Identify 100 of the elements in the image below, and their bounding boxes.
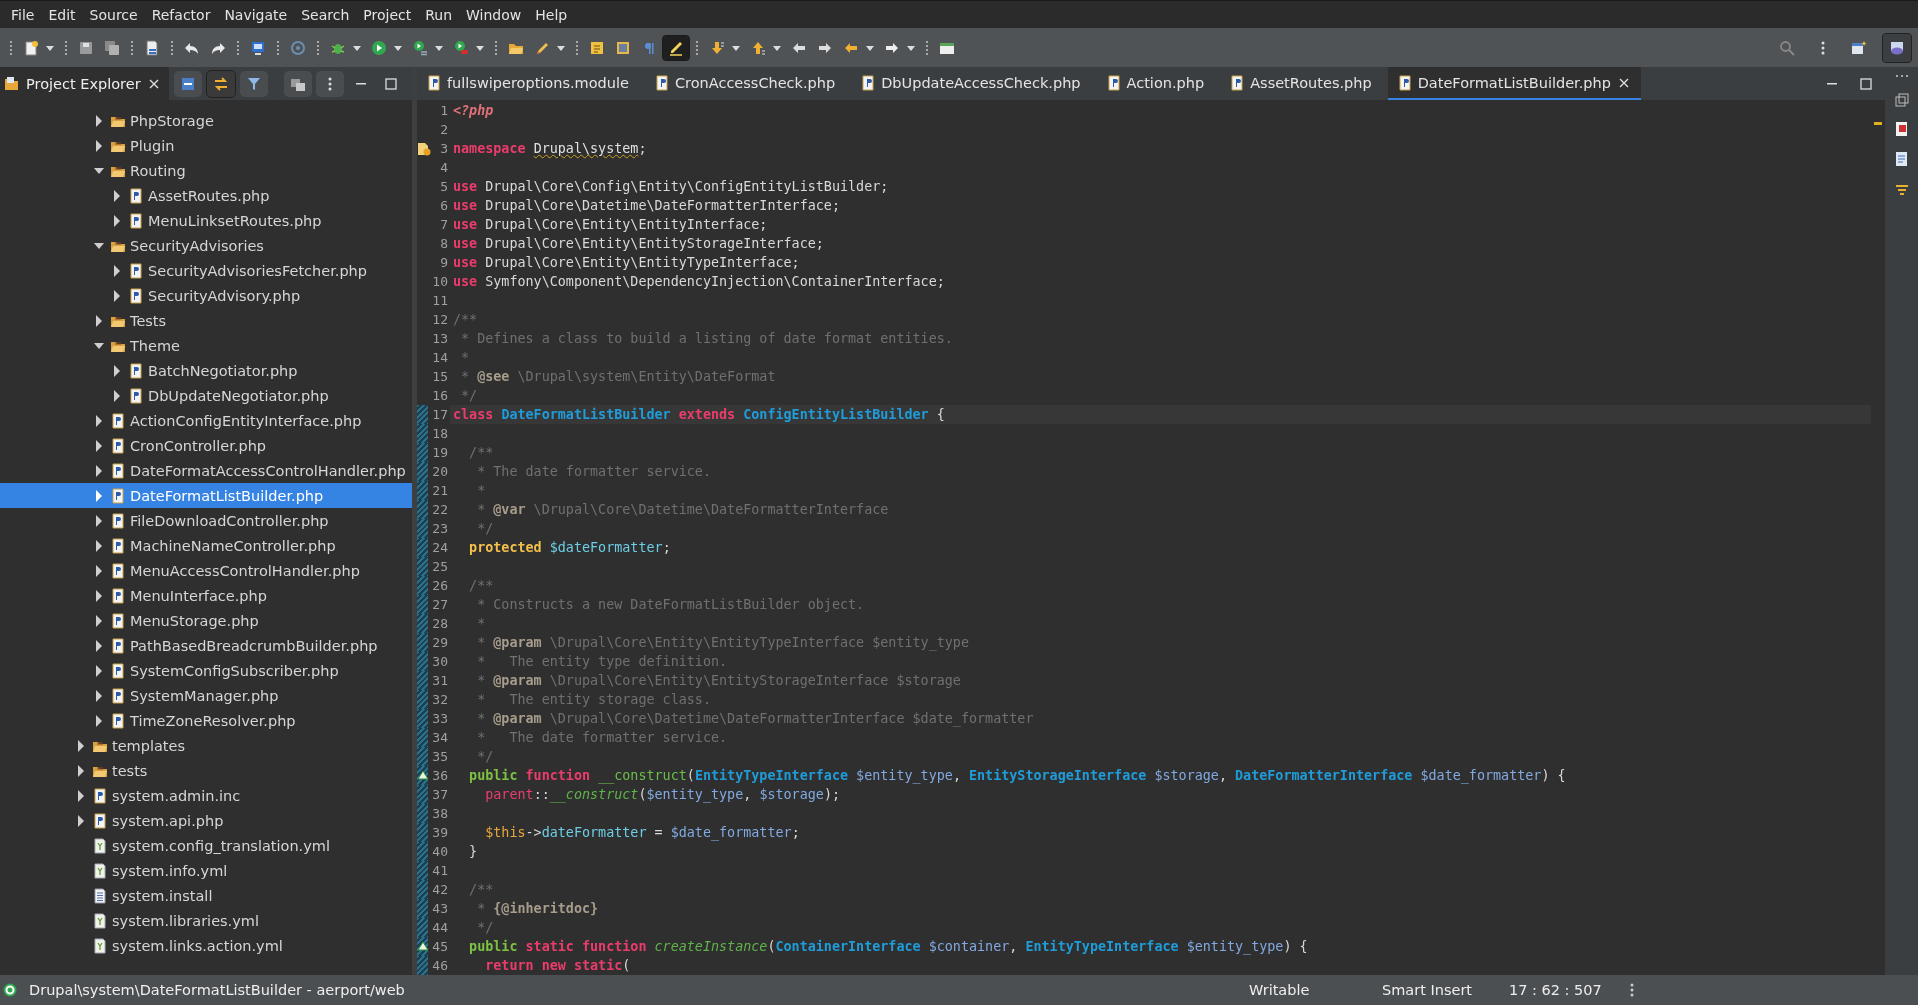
tree-item[interactable]: MachineNameController.php: [0, 533, 412, 558]
tree-item[interactable]: MenuStorage.php: [0, 608, 412, 633]
yaml-file-icon[interactable]: [92, 912, 108, 929]
editor-tab[interactable]: Action.php: [1096, 67, 1215, 100]
tree-item[interactable]: MenuInterface.php: [0, 583, 412, 608]
php-file-icon[interactable]: [110, 462, 126, 479]
php-file-icon[interactable]: [427, 74, 441, 91]
tree-item[interactable]: Theme: [0, 333, 412, 358]
menu-item[interactable]: File: [4, 3, 42, 26]
php-file-icon[interactable]: [128, 262, 144, 279]
php-file-icon[interactable]: [110, 712, 126, 729]
class-icon[interactable]: [3, 983, 17, 997]
php-file-icon[interactable]: [92, 787, 108, 804]
maximize-icon[interactable]: [384, 76, 398, 91]
menu-item[interactable]: Project: [356, 3, 419, 26]
tree-item[interactable]: system.api.php: [0, 808, 412, 833]
php-file-icon[interactable]: [92, 812, 108, 829]
tree-item[interactable]: SecurityAdvisories: [0, 233, 412, 258]
tree-item[interactable]: SystemManager.php: [0, 683, 412, 708]
tree-item[interactable]: system.libraries.yml: [0, 908, 412, 933]
warning-icon[interactable]: [417, 142, 431, 156]
override-triangle-icon[interactable]: [417, 769, 429, 781]
menu-item[interactable]: Help: [528, 3, 575, 26]
text-file-icon[interactable]: [92, 887, 108, 904]
explorer-icon[interactable]: [4, 75, 20, 92]
php-file-icon[interactable]: [861, 74, 876, 91]
maximize-icon[interactable]: [1859, 76, 1873, 91]
tree-item[interactable]: PhpStorage: [0, 108, 412, 133]
editor-tab[interactable]: CronAccessCheck.php: [644, 67, 846, 100]
tree-item[interactable]: MenuLinksetRoutes.php: [0, 208, 412, 233]
tree-item[interactable]: PathBasedBreadcrumbBuilder.php: [0, 633, 412, 658]
editor-tab[interactable]: AssetRoutes.php: [1220, 67, 1382, 100]
tree-label: MenuAccessControlHandler.php: [130, 562, 360, 579]
menu-item[interactable]: Run: [418, 3, 460, 26]
tree-item[interactable]: system.info.yml: [0, 858, 412, 883]
php-file-icon[interactable]: [110, 612, 126, 629]
tree-item[interactable]: AssetRoutes.php: [0, 183, 412, 208]
menu-item[interactable]: Navigate: [217, 3, 295, 26]
filter-icon[interactable]: [246, 75, 262, 92]
link-arrows-icon[interactable]: [213, 75, 229, 92]
tree-item[interactable]: DbUpdateNegotiator.php: [0, 383, 412, 408]
document-icon[interactable]: [1893, 151, 1910, 167]
tree-item[interactable]: system.admin.inc: [0, 783, 412, 808]
php-file-icon[interactable]: [110, 562, 126, 579]
yaml-file-icon[interactable]: [92, 937, 108, 954]
php-file-icon[interactable]: [654, 74, 669, 91]
tree-item[interactable]: system.install: [0, 883, 412, 908]
php-file-icon[interactable]: [128, 387, 144, 404]
menu-item[interactable]: Search: [294, 3, 357, 26]
menu-item[interactable]: Edit: [41, 3, 83, 26]
bookmark-icon[interactable]: [1893, 121, 1910, 137]
tree-item[interactable]: Routing: [0, 158, 412, 183]
menu-item[interactable]: Source: [82, 3, 145, 26]
php-file-icon[interactable]: [128, 287, 144, 304]
php-file-icon[interactable]: [110, 412, 126, 429]
php-file-icon[interactable]: [110, 487, 126, 504]
php-file-icon[interactable]: [110, 587, 126, 604]
yaml-file-icon[interactable]: [92, 837, 108, 854]
restore-icon[interactable]: [1894, 93, 1909, 107]
editor-tab[interactable]: DbUpdateAccessCheck.php: [851, 67, 1091, 100]
tree-item[interactable]: SecurityAdvisory.php: [0, 283, 412, 308]
tree-item[interactable]: templates: [0, 733, 412, 758]
php-file-icon[interactable]: [128, 212, 144, 229]
highlighter-button[interactable]: [662, 34, 690, 61]
override-triangle-icon[interactable]: [417, 940, 429, 952]
tree-item[interactable]: Plugin: [0, 133, 412, 158]
php-file-icon[interactable]: [110, 662, 126, 679]
tree-item[interactable]: DateFormatAccessControlHandler.php: [0, 458, 412, 483]
php-file-icon[interactable]: [110, 512, 126, 529]
tree-item[interactable]: system.config_translation.yml: [0, 833, 412, 858]
php-file-icon[interactable]: [110, 437, 126, 454]
php-file-icon[interactable]: [110, 637, 126, 654]
tree-item[interactable]: TimeZoneResolver.php: [0, 708, 412, 733]
editor-tab[interactable]: fullswiperoptions.module: [417, 67, 639, 100]
php-file-icon[interactable]: [1230, 74, 1245, 91]
php-file-icon[interactable]: [110, 687, 126, 704]
menu-item[interactable]: Refactor: [144, 3, 218, 26]
tree-item[interactable]: tests: [0, 758, 412, 783]
tree-item[interactable]: SystemConfigSubscriber.php: [0, 658, 412, 683]
php-file-icon[interactable]: [1106, 74, 1121, 91]
tree-item[interactable]: CronController.php: [0, 433, 412, 458]
collapse-all-icon[interactable]: [180, 75, 196, 92]
editor-tab[interactable]: DateFormatListBuilder.php: [1387, 67, 1641, 100]
tree-item[interactable]: FileDownloadController.php: [0, 508, 412, 533]
more-icon[interactable]: [1894, 73, 1909, 79]
tree-item[interactable]: ActionConfigEntityInterface.php: [0, 408, 412, 433]
view-tab[interactable]: Project Explorer: [0, 67, 169, 100]
php-file-icon[interactable]: [1397, 74, 1412, 91]
tree-item[interactable]: SecurityAdvisoriesFetcher.php: [0, 258, 412, 283]
menu-item[interactable]: Window: [459, 3, 529, 26]
tree-item[interactable]: BatchNegotiator.php: [0, 358, 412, 383]
tree-item[interactable]: DateFormatListBuilder.php: [0, 483, 412, 508]
tree-item[interactable]: Tests: [0, 308, 412, 333]
tree-item[interactable]: system.links.action.yml: [0, 933, 412, 958]
php-file-icon[interactable]: [128, 187, 144, 204]
tree-item[interactable]: MenuAccessControlHandler.php: [0, 558, 412, 583]
yaml-file-icon[interactable]: [92, 862, 108, 879]
php-file-icon[interactable]: [128, 362, 144, 379]
php-file-icon[interactable]: [110, 537, 126, 554]
php-perspective-button[interactable]: [1882, 32, 1912, 63]
